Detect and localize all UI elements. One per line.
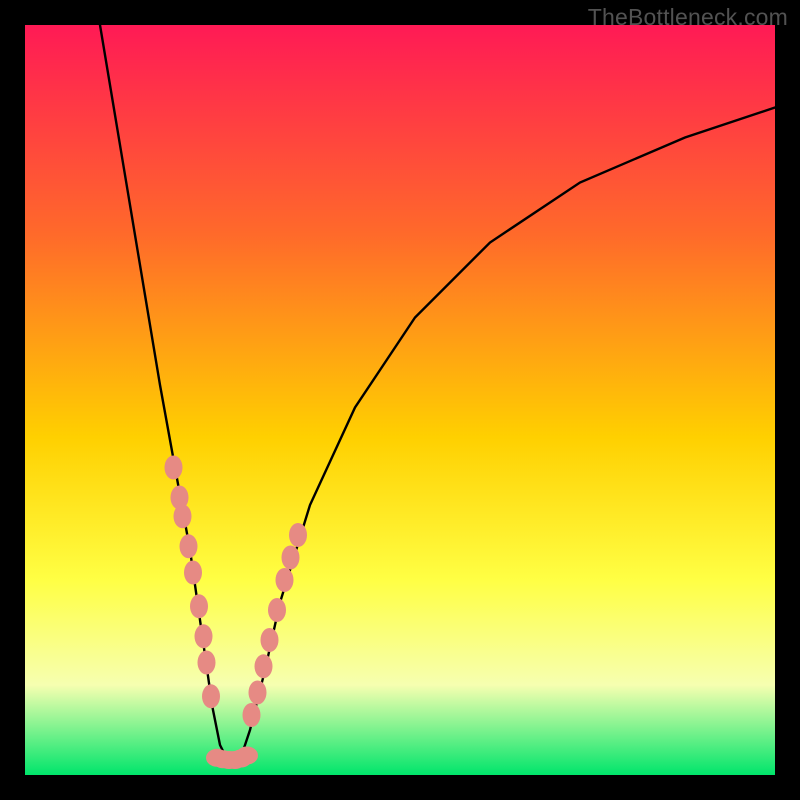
curve-marker — [236, 747, 258, 765]
outer-frame: TheBottleneck.com — [0, 0, 800, 800]
bottleneck-chart — [25, 25, 775, 775]
curve-marker — [289, 523, 307, 547]
curve-marker — [255, 654, 273, 678]
watermark-text: TheBottleneck.com — [588, 4, 788, 31]
curve-marker — [165, 456, 183, 480]
curve-marker — [190, 594, 208, 618]
plot-area — [25, 25, 775, 775]
curve-marker — [198, 651, 216, 675]
curve-marker — [282, 546, 300, 570]
curve-marker — [276, 568, 294, 592]
curve-marker — [268, 598, 286, 622]
curve-marker — [202, 684, 220, 708]
curve-marker — [261, 628, 279, 652]
curve-marker — [180, 534, 198, 558]
curve-marker — [195, 624, 213, 648]
curve-marker — [249, 681, 267, 705]
curve-marker — [184, 561, 202, 585]
curve-marker — [243, 703, 261, 727]
gradient-background — [25, 25, 775, 775]
curve-marker — [174, 504, 192, 528]
